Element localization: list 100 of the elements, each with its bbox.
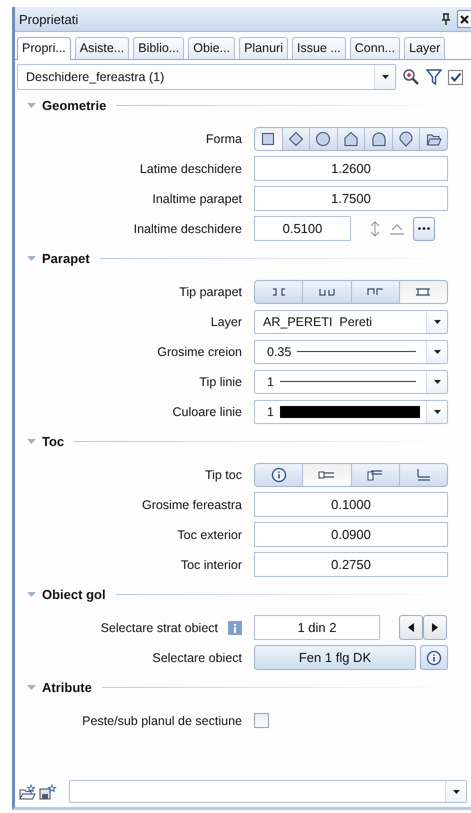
raise-icon[interactable] bbox=[389, 222, 405, 236]
dropdown-arrow-button[interactable] bbox=[426, 400, 447, 422]
checkbox[interactable] bbox=[254, 713, 269, 728]
value-field[interactable]: 1.7500 bbox=[254, 186, 448, 211]
field-label: Selectare obiect bbox=[152, 650, 242, 664]
parapet-profile-icon bbox=[316, 286, 337, 296]
folder-star-icon[interactable] bbox=[19, 784, 37, 800]
tab[interactable]: Conn... bbox=[350, 37, 400, 59]
option-button[interactable] bbox=[398, 464, 447, 486]
info-icon bbox=[270, 466, 287, 482]
dropdown-field[interactable]: AR_PERETI Pereti bbox=[254, 310, 448, 334]
circle-icon bbox=[315, 130, 332, 146]
shield-icon bbox=[398, 130, 414, 146]
dropdown-field[interactable]: 1 bbox=[254, 400, 448, 424]
arch-icon bbox=[370, 130, 387, 146]
close-button[interactable] bbox=[457, 10, 471, 28]
info-button[interactable] bbox=[420, 645, 448, 670]
info-icon[interactable] bbox=[228, 620, 242, 634]
pentagon-icon bbox=[343, 130, 360, 146]
caret-icon bbox=[452, 790, 460, 794]
diamond-icon bbox=[288, 130, 304, 146]
field-label: Tip linie bbox=[199, 374, 242, 388]
checkbox[interactable] bbox=[448, 70, 463, 84]
caret-icon bbox=[434, 350, 440, 354]
field-label: Toc exterior bbox=[177, 528, 242, 542]
tab[interactable]: Obie... bbox=[188, 37, 236, 59]
dropdown-arrow-button[interactable] bbox=[426, 340, 447, 362]
option-button[interactable] bbox=[309, 128, 337, 150]
value-field[interactable]: 1 din 2 bbox=[254, 615, 380, 640]
option-button[interactable] bbox=[302, 280, 350, 302]
field-label: Grosime creion bbox=[157, 344, 242, 358]
tab[interactable]: Asiste... bbox=[74, 37, 130, 59]
field-label: Forma bbox=[206, 132, 242, 146]
dropdown-arrow-button[interactable] bbox=[374, 65, 395, 89]
next-button[interactable] bbox=[423, 615, 447, 640]
option-button[interactable] bbox=[364, 128, 392, 150]
value-field[interactable]: 0.0900 bbox=[254, 522, 448, 547]
section-title[interactable]: Atribute bbox=[42, 680, 92, 694]
left-arrow-icon bbox=[408, 623, 414, 632]
dropdown-arrow-button[interactable] bbox=[445, 781, 466, 802]
tab[interactable]: Issue ... bbox=[292, 37, 346, 59]
field-label: Latime deschidere bbox=[140, 162, 242, 176]
caret-icon bbox=[434, 380, 440, 384]
pin-icon[interactable] bbox=[441, 13, 451, 25]
caret-icon bbox=[382, 75, 388, 79]
field-label: Peste/sub planul de sectiune bbox=[82, 714, 242, 728]
ellipsis-icon bbox=[418, 227, 430, 230]
select-object-button[interactable]: Fen 1 flg DK bbox=[254, 645, 416, 670]
option-button[interactable] bbox=[336, 128, 364, 150]
caret-icon bbox=[434, 410, 440, 414]
option-button[interactable] bbox=[392, 128, 420, 150]
field-label: Selectare strat obiect bbox=[100, 620, 218, 634]
field-label: Tip parapet bbox=[179, 284, 242, 298]
dropdown-arrow-button[interactable] bbox=[426, 370, 447, 392]
dropdown-field[interactable]: 1 bbox=[254, 370, 448, 394]
panel-title: Proprietati bbox=[19, 12, 78, 26]
option-button[interactable] bbox=[350, 280, 399, 302]
option-button[interactable] bbox=[255, 128, 282, 150]
section-title[interactable]: Obiect gol bbox=[42, 586, 106, 602]
value-field[interactable]: 0.2750 bbox=[254, 552, 448, 577]
section-title[interactable]: Toc bbox=[42, 434, 64, 448]
option-button[interactable] bbox=[255, 280, 302, 302]
tab[interactable]: Biblio... bbox=[133, 37, 184, 59]
object-dropdown[interactable]: Deschidere_fereastra (1) bbox=[17, 64, 396, 90]
option-button[interactable] bbox=[302, 464, 350, 486]
parapet-profile-icon bbox=[365, 286, 386, 296]
option-button[interactable] bbox=[255, 464, 302, 486]
tab[interactable]: Propri... bbox=[17, 37, 71, 60]
dropdown-arrow-button[interactable] bbox=[426, 310, 447, 332]
option-button[interactable] bbox=[350, 464, 399, 486]
value-field[interactable]: 0.1000 bbox=[254, 492, 448, 517]
field-label: Inaltime deschidere bbox=[134, 222, 242, 236]
field-label: Tip toc bbox=[204, 468, 242, 482]
option-button[interactable] bbox=[398, 280, 447, 302]
spin-arrows-icon[interactable] bbox=[369, 220, 381, 238]
field-label: Layer bbox=[210, 314, 242, 328]
right-arrow-icon bbox=[432, 623, 438, 632]
value-field[interactable]: 1.2600 bbox=[254, 156, 448, 181]
tab[interactable]: Planuri bbox=[239, 37, 288, 59]
option-button[interactable] bbox=[419, 128, 447, 150]
checkmark-icon bbox=[450, 72, 462, 82]
section-title[interactable]: Geometrie bbox=[42, 98, 106, 112]
field-label: Culoare linie bbox=[172, 404, 242, 418]
value-field[interactable]: 0.5100 bbox=[254, 216, 351, 241]
option-button[interactable] bbox=[282, 128, 310, 150]
field-label: Grosime fereastra bbox=[142, 498, 242, 512]
zoom-icon[interactable] bbox=[402, 68, 420, 86]
tab[interactable]: Layer bbox=[404, 37, 446, 59]
info-icon bbox=[426, 650, 442, 666]
previous-button[interactable] bbox=[399, 615, 423, 640]
section-title[interactable]: Parapet bbox=[42, 250, 90, 266]
dropdown-field[interactable]: 0.35 bbox=[254, 340, 448, 364]
caret-icon bbox=[434, 320, 440, 324]
square-icon bbox=[260, 130, 276, 146]
field-label: Inaltime parapet bbox=[152, 192, 242, 206]
filter-icon[interactable] bbox=[426, 68, 442, 86]
field-label: Toc interior bbox=[180, 558, 242, 572]
more-button[interactable] bbox=[413, 216, 435, 240]
save-star-icon[interactable] bbox=[39, 784, 57, 800]
close-icon bbox=[460, 14, 469, 24]
